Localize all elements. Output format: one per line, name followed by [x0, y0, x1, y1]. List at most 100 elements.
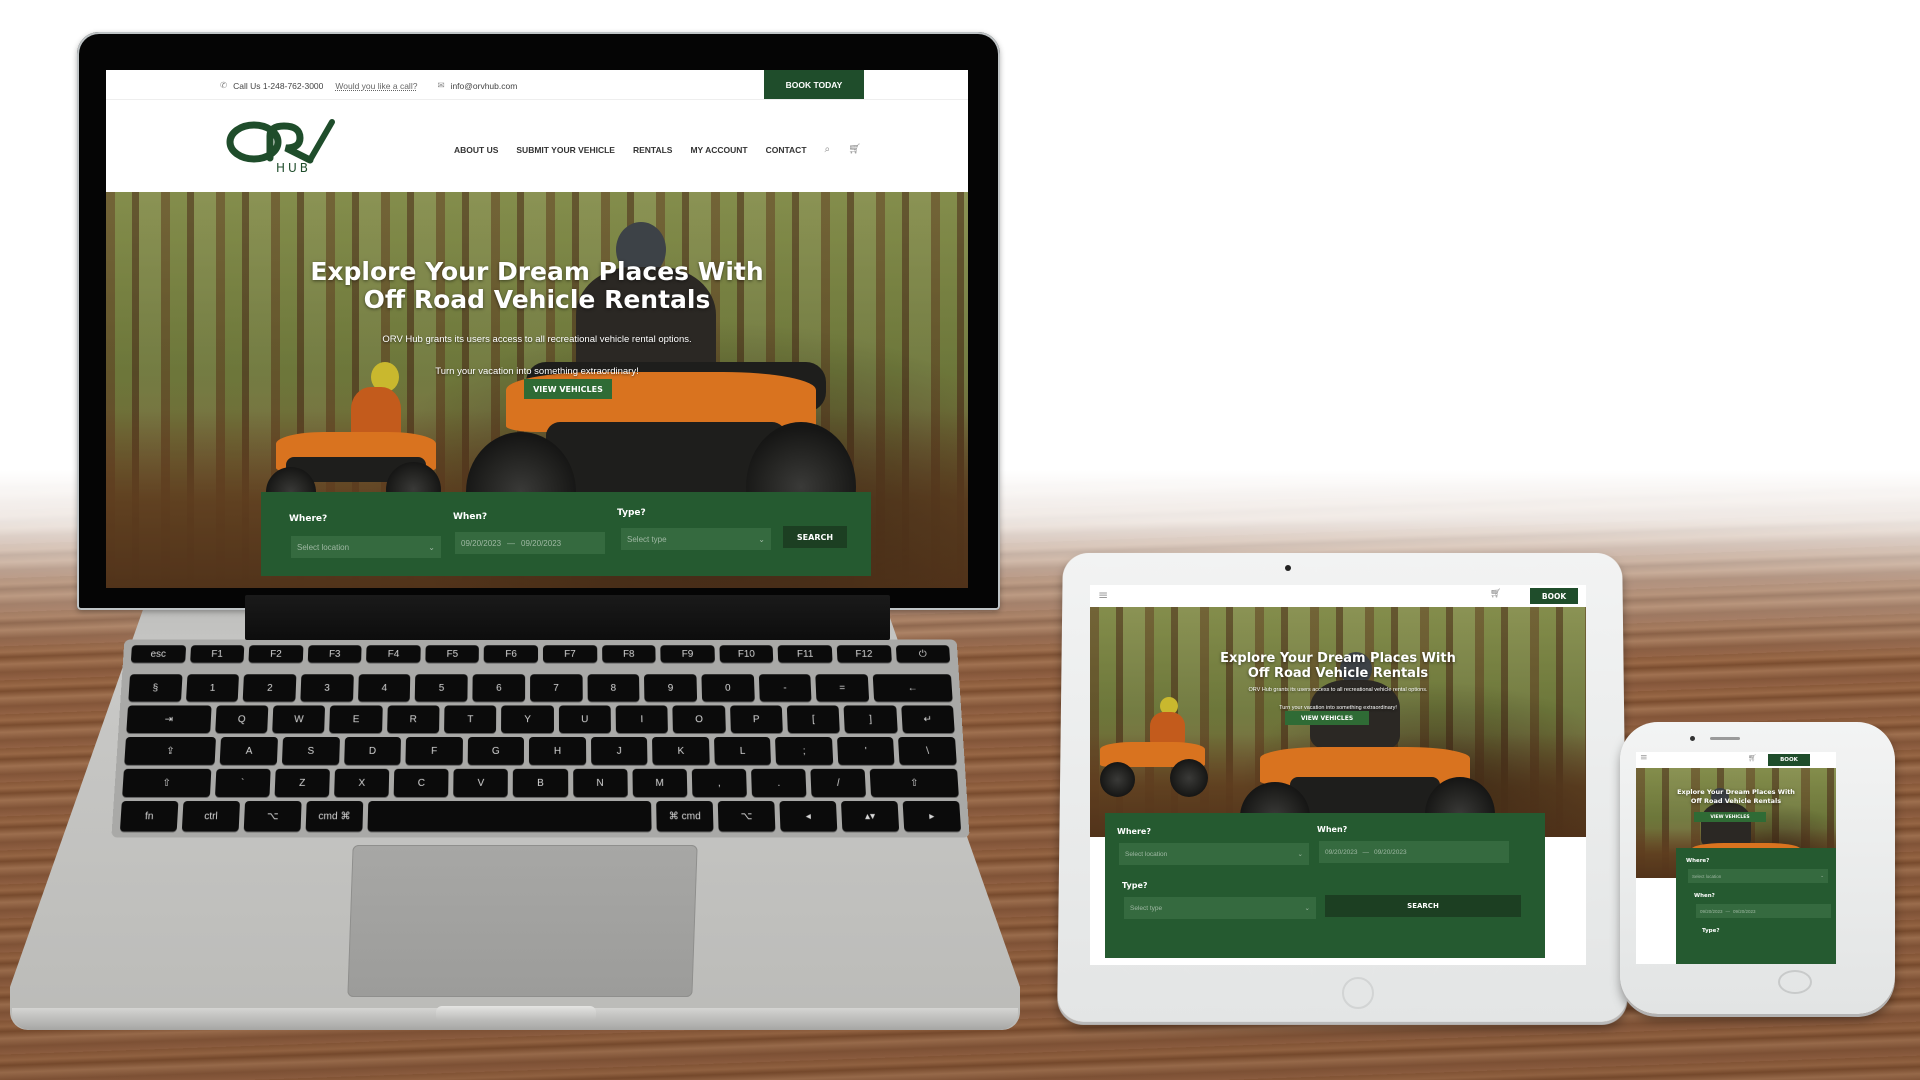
cart-icon[interactable]: 🛒︎ — [848, 144, 861, 155]
tablet-camera — [1285, 565, 1291, 571]
keyboard-key: ⇧ — [122, 768, 212, 797]
keyboard-key: , — [691, 768, 747, 797]
keyboard-key: B — [513, 768, 568, 797]
phone-home-button — [1778, 970, 1812, 994]
keyboard-row: fn ctrl ⌥ cmd ⌘ ⌘ cmd ⌥ ◂ ▴▾ ▸ — [119, 801, 962, 832]
date-range-input[interactable]: 09/20/2023 — 09/20/2023 — [455, 532, 605, 554]
keyboard-key: ↵ — [900, 705, 955, 734]
phone-top-bar: ≡ 🛒︎ BOOK — [1636, 752, 1836, 768]
keyboard-key: = — [815, 674, 870, 702]
keyboard-key: F2 — [248, 645, 304, 663]
keyboard-key: P — [729, 705, 783, 734]
keyboard-key: ⇧ — [869, 768, 959, 797]
keyboard-key: ' — [836, 737, 896, 765]
search-icon[interactable]: ⌕ — [825, 144, 831, 155]
date-range-input[interactable]: 09/20/2023 — 09/20/2023 — [1319, 841, 1509, 863]
book-button[interactable]: BOOK — [1768, 754, 1810, 766]
search-panel: Where? Select location ⌄ When? 09/20/202… — [261, 492, 871, 576]
keyboard-key: S — [281, 737, 340, 765]
contact-info: ✆ Call Us 1-248-762-3000 Would you like … — [220, 80, 517, 91]
callback-link[interactable]: Would you like a call? — [335, 81, 417, 91]
hero-subtitle-2: Turn your vacation into something extrao… — [435, 366, 639, 377]
when-label: When? — [1317, 825, 1348, 834]
cart-icon[interactable]: 🛒︎ — [1748, 754, 1757, 762]
phone-label[interactable]: Call Us 1-248-762-3000 — [233, 81, 323, 91]
keyboard-key: \ — [898, 737, 957, 765]
keyboard-key: I — [615, 705, 669, 734]
hamburger-menu-icon[interactable]: ≡ — [1098, 588, 1108, 602]
date-separator: — — [1362, 848, 1370, 856]
book-today-button[interactable]: BOOK TODAY — [764, 70, 864, 99]
view-vehicles-button[interactable]: VIEW VEHICLES — [1694, 812, 1766, 822]
nav-my-account[interactable]: MY ACCOUNT — [690, 145, 747, 155]
keyboard-key: F9 — [660, 645, 715, 663]
keyboard-key: § — [128, 674, 183, 702]
book-button[interactable]: BOOK — [1530, 588, 1578, 604]
keyboard-key: G — [467, 737, 525, 765]
keyboard-key: W — [272, 705, 326, 734]
type-select[interactable]: Select type ⌄ — [621, 528, 771, 550]
when-label: When? — [453, 512, 488, 522]
keyboard-key: ⌘ cmd — [656, 801, 714, 832]
hamburger-menu-icon[interactable]: ≡ — [1640, 753, 1648, 763]
keyboard-key: ▴▾ — [840, 801, 900, 832]
email-link[interactable]: info@orvhub.com — [451, 81, 518, 91]
keyboard-key: ⌥ — [717, 801, 776, 832]
keyboard-key: ⇥ — [126, 705, 212, 734]
keyboard-key: ` — [214, 768, 271, 797]
where-label: Where? — [1686, 858, 1710, 864]
hero-subtitle-1: ORV Hub grants its users access to all r… — [1248, 687, 1428, 693]
where-label: Where? — [289, 514, 328, 524]
search-button[interactable]: SEARCH — [783, 526, 847, 548]
hero-title: Explore Your Dream Places With Off Road … — [106, 258, 968, 314]
keyboard-key: ] — [843, 705, 898, 734]
chevron-down-icon: ⌄ — [1820, 873, 1824, 878]
hero-section: Explore Your Dream Places With Off Road … — [106, 192, 968, 588]
keyboard-row: ⇥ Q W E R T Y U I O P[] ↵ — [126, 705, 955, 734]
keyboard-key: F12 — [836, 645, 892, 663]
keyboard-key: ⇪ — [124, 737, 217, 765]
view-vehicles-button[interactable]: VIEW VEHICLES — [1285, 711, 1369, 725]
nav-about-us[interactable]: ABOUT US — [454, 145, 498, 155]
keyboard-key: . — [751, 768, 807, 797]
tablet-top-bar: ≡ 🛒︎ BOOK — [1090, 585, 1586, 607]
location-select[interactable]: Select location ⌄ — [291, 536, 441, 558]
keyboard-key: ⌥ — [243, 801, 302, 832]
type-select[interactable]: Select type ⌄ — [1124, 897, 1316, 919]
hero-title-line-2: Off Road Vehicle Rentals — [1247, 666, 1429, 681]
search-button[interactable]: SEARCH — [1325, 895, 1521, 917]
view-vehicles-button[interactable]: VIEW VEHICLES — [524, 379, 612, 399]
keyboard-key: - — [758, 674, 812, 702]
when-label: When? — [1694, 893, 1715, 899]
keyboard-row: ⇪ A S D F G H J K L; ' \ — [124, 737, 957, 765]
orv-hub-logo[interactable]: HUB — [226, 116, 364, 176]
location-select[interactable]: Select location ⌄ — [1119, 843, 1309, 865]
phone-speaker — [1710, 737, 1740, 740]
keyboard-key: 9 — [644, 674, 698, 702]
nav-contact[interactable]: CONTACT — [766, 145, 807, 155]
cart-icon[interactable]: 🛒︎ — [1490, 589, 1501, 599]
date-range-input[interactable]: 09/20/2023 — 09/20/2023 — [1696, 904, 1831, 918]
location-select[interactable]: Select location ⌄ — [1688, 869, 1828, 883]
keyboard-key: 2 — [243, 674, 297, 702]
keyboard-key: M — [632, 768, 688, 797]
phone-screen: ≡ 🛒︎ BOOK Explore Your Dream Places With… — [1636, 752, 1836, 964]
date-to: 09/20/2023 — [1733, 908, 1756, 914]
location-placeholder: Select location — [1692, 873, 1722, 879]
hero-atv-left — [1100, 697, 1210, 797]
main-nav: ABOUT US SUBMIT YOUR VEHICLE RENTALS MY … — [454, 144, 861, 155]
type-label: Type? — [1702, 928, 1720, 934]
nav-rentals[interactable]: RENTALS — [633, 145, 673, 155]
hero-title-line-1: Explore Your Dream Places With — [1220, 651, 1456, 666]
hero-subtitle-1: ORV Hub grants its users access to all r… — [382, 334, 692, 345]
keyboard-key: F6 — [484, 645, 539, 663]
keyboard-key: 7 — [529, 674, 583, 702]
nav-submit-your-vehicle[interactable]: SUBMIT YOUR VEHICLE — [516, 145, 615, 155]
date-from: 09/20/2023 — [1325, 848, 1358, 856]
site-header: HUB ABOUT US SUBMIT YOUR VEHICLE RENTALS… — [106, 100, 968, 192]
keyboard-key: F1 — [189, 645, 245, 663]
keyboard-key: ; — [775, 737, 834, 765]
keyboard-key: R — [386, 705, 440, 734]
keyboard-key: V — [453, 768, 509, 797]
keyboard-key: fn — [119, 801, 179, 832]
